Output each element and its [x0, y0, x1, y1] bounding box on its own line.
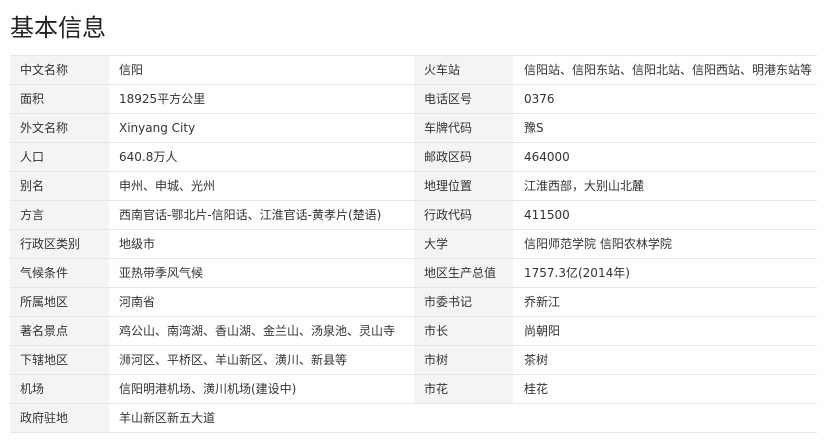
field-label: 政府驻地	[10, 404, 109, 432]
field-label: 行政代码	[414, 201, 513, 229]
section-title: 基本信息	[10, 14, 106, 42]
field-value: 羊山新区新五大道	[109, 404, 414, 432]
info-row: 下辖地区 浉河区、平桥区、羊山新区、潢川、新县等 市树 茶树	[10, 346, 817, 375]
field-value: 桂花	[513, 375, 817, 403]
field-value: 亚热带季风气候	[109, 259, 414, 287]
field-value: 18925平方公里	[109, 85, 414, 113]
info-row: 外文名称 Xinyang City 车牌代码 豫S	[10, 114, 817, 143]
field-value: 464000	[513, 143, 817, 171]
field-value: 豫S	[513, 114, 817, 142]
field-label: 大学	[414, 230, 513, 258]
field-value: 尚朝阳	[513, 317, 817, 345]
field-label: 别名	[10, 172, 109, 200]
field-label: 机场	[10, 375, 109, 403]
field-value: 申州、申城、光州	[109, 172, 414, 200]
field-label: 著名景点	[10, 317, 109, 345]
field-value: 地级市	[109, 230, 414, 258]
info-row: 方言 西南官话-鄂北片-信阳话、江淮官话-黄孝片(楚语) 行政代码 411500	[10, 201, 817, 230]
field-value: 信阳明港机场、潢川机场(建设中)	[109, 375, 414, 403]
field-label: 火车站	[414, 56, 513, 84]
field-value: 乔新江	[513, 288, 817, 316]
field-label: 外文名称	[10, 114, 109, 142]
field-value: 1757.3亿(2014年)	[513, 259, 817, 287]
field-value: 信阳	[109, 56, 414, 84]
field-value: 西南官话-鄂北片-信阳话、江淮官话-黄孝片(楚语)	[109, 201, 414, 229]
field-label: 气候条件	[10, 259, 109, 287]
field-label: 市委书记	[414, 288, 513, 316]
field-label: 车牌代码	[414, 114, 513, 142]
info-row: 人口 640.8万人 邮政区码 464000	[10, 143, 817, 172]
field-label: 邮政区码	[414, 143, 513, 171]
info-row: 著名景点 鸡公山、南湾湖、香山湖、金兰山、汤泉池、灵山寺 市长 尚朝阳	[10, 317, 817, 346]
info-row: 机场 信阳明港机场、潢川机场(建设中) 市花 桂花	[10, 375, 817, 404]
info-row: 中文名称 信阳 火车站 信阳站、信阳东站、信阳北站、信阳西站、明港东站等	[10, 56, 817, 85]
field-value: 浉河区、平桥区、羊山新区、潢川、新县等	[109, 346, 414, 374]
field-value: 河南省	[109, 288, 414, 316]
field-label: 中文名称	[10, 56, 109, 84]
field-label: 方言	[10, 201, 109, 229]
info-row: 别名 申州、申城、光州 地理位置 江淮西部，大别山北麓	[10, 172, 817, 201]
empty-cell	[414, 404, 817, 432]
field-value: 茶树	[513, 346, 817, 374]
field-value: 0376	[513, 85, 817, 113]
field-value: 鸡公山、南湾湖、香山湖、金兰山、汤泉池、灵山寺	[109, 317, 414, 345]
field-value: Xinyang City	[109, 114, 414, 142]
field-label: 市花	[414, 375, 513, 403]
field-label: 地理位置	[414, 172, 513, 200]
field-value: 信阳师范学院 信阳农林学院	[513, 230, 817, 258]
info-row: 政府驻地 羊山新区新五大道	[10, 404, 817, 433]
info-row: 气候条件 亚热带季风气候 地区生产总值 1757.3亿(2014年)	[10, 259, 817, 288]
field-value: 411500	[513, 201, 817, 229]
field-value: 信阳站、信阳东站、信阳北站、信阳西站、明港东站等	[513, 56, 817, 84]
field-label: 行政区类别	[10, 230, 109, 258]
field-value: 640.8万人	[109, 143, 414, 171]
field-label: 下辖地区	[10, 346, 109, 374]
field-label: 地区生产总值	[414, 259, 513, 287]
info-row: 行政区类别 地级市 大学 信阳师范学院 信阳农林学院	[10, 230, 817, 259]
field-label: 面积	[10, 85, 109, 113]
field-label: 市树	[414, 346, 513, 374]
field-label: 所属地区	[10, 288, 109, 316]
field-label: 市长	[414, 317, 513, 345]
field-label: 电话区号	[414, 85, 513, 113]
field-value: 江淮西部，大别山北麓	[513, 172, 817, 200]
basic-info-table: 中文名称 信阳 火车站 信阳站、信阳东站、信阳北站、信阳西站、明港东站等 面积 …	[10, 55, 817, 433]
field-label: 人口	[10, 143, 109, 171]
info-row: 所属地区 河南省 市委书记 乔新江	[10, 288, 817, 317]
info-row: 面积 18925平方公里 电话区号 0376	[10, 85, 817, 114]
